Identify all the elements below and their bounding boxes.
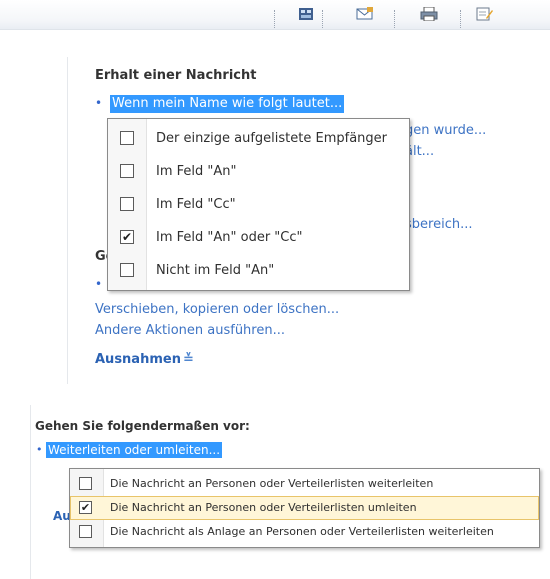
toolbar-separator bbox=[274, 10, 276, 28]
dropdown-option[interactable]: Im Feld "An" bbox=[108, 157, 409, 187]
recipient-dropdown: Der einzige aufgelistete Empfänger Im Fe… bbox=[107, 118, 410, 291]
dropdown-option[interactable]: ✔ Im Feld "An" oder "Cc" bbox=[108, 223, 409, 253]
option-label: Im Feld "An" oder "Cc" bbox=[156, 230, 303, 245]
checkbox[interactable] bbox=[120, 197, 134, 211]
forward-link[interactable]: Weiterleiten oder umleiten... bbox=[46, 442, 223, 458]
dropdown-option[interactable]: Im Feld "Cc" bbox=[108, 190, 409, 220]
option-label: Die Nachricht an Personen oder Verteiler… bbox=[110, 501, 417, 514]
dropdown-option[interactable]: Der einzige aufgelistete Empfänger bbox=[108, 124, 409, 154]
double-chevron-down-icon: ≚ bbox=[182, 352, 194, 367]
toolbar bbox=[0, 0, 550, 30]
option-label: Die Nachricht als Anlage an Personen ode… bbox=[110, 525, 494, 538]
notepad-icon[interactable] bbox=[476, 6, 493, 21]
section-title: Gehen Sie folgendermaßen vor: bbox=[35, 419, 250, 433]
dropdown-option[interactable]: Die Nachricht an Personen oder Verteiler… bbox=[70, 472, 539, 496]
dropdown-option[interactable]: Nicht im Feld "An" bbox=[108, 256, 409, 286]
toolbar-separator bbox=[322, 10, 324, 28]
grid-icon[interactable] bbox=[298, 6, 314, 20]
bullet-icon: • bbox=[95, 277, 103, 291]
checkbox[interactable] bbox=[79, 525, 92, 538]
option-label: Im Feld "Cc" bbox=[156, 197, 236, 212]
checkbox[interactable] bbox=[79, 477, 92, 490]
bullet-icon: • bbox=[95, 96, 103, 110]
option-label: Nicht im Feld "An" bbox=[156, 263, 275, 278]
panel-divider bbox=[30, 405, 31, 579]
option-label: Im Feld "An" bbox=[156, 164, 237, 179]
dropdown-option-highlighted[interactable]: ✔ Die Nachricht an Personen oder Verteil… bbox=[70, 496, 539, 520]
checkbox[interactable] bbox=[120, 131, 134, 145]
exceptions-label: Ausnahmen bbox=[95, 352, 181, 367]
other-actions-link[interactable]: Andere Aktionen ausführen... bbox=[95, 323, 285, 338]
checkbox-checked[interactable]: ✔ bbox=[79, 501, 92, 514]
toolbar-divider bbox=[0, 29, 550, 30]
forward-dropdown: Die Nachricht an Personen oder Verteiler… bbox=[69, 468, 540, 548]
dropdown-option[interactable]: Die Nachricht als Anlage an Personen ode… bbox=[70, 520, 539, 544]
condition-link[interactable]: Wenn mein Name wie folgt lautet... bbox=[110, 95, 345, 113]
background-link[interactable]: sbereich... bbox=[405, 217, 472, 232]
toolbar-separator bbox=[460, 10, 462, 28]
bullet-icon: • bbox=[36, 443, 43, 456]
checkbox[interactable] bbox=[120, 164, 134, 178]
envelope-icon[interactable] bbox=[356, 6, 373, 20]
option-label: Die Nachricht an Personen oder Verteiler… bbox=[110, 477, 434, 490]
checkbox[interactable] bbox=[120, 263, 134, 277]
panel-divider bbox=[67, 57, 68, 384]
move-copy-delete-link[interactable]: Verschieben, kopieren oder löschen... bbox=[95, 302, 339, 317]
checkbox-checked[interactable]: ✔ bbox=[120, 230, 134, 244]
section-title: Erhalt einer Nachricht bbox=[95, 68, 257, 83]
background-link[interactable]: gen wurde... bbox=[405, 123, 486, 138]
toolbar-separator bbox=[394, 10, 396, 28]
printer-icon[interactable] bbox=[420, 6, 438, 22]
exceptions-expander[interactable]: Ausnahmen ≚ bbox=[95, 352, 194, 367]
option-label: Der einzige aufgelistete Empfänger bbox=[156, 131, 388, 146]
